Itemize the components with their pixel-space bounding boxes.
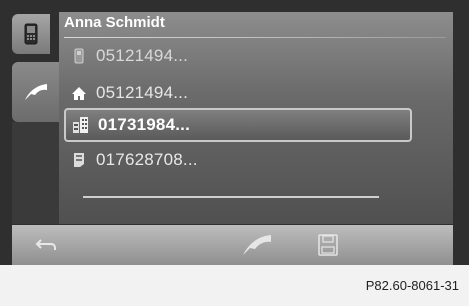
back-arrow-icon xyxy=(35,239,56,250)
header-divider xyxy=(64,37,446,38)
mobile-icon xyxy=(68,45,90,67)
list-divider xyxy=(83,196,379,198)
number-row-mobile[interactable]: 05121494... xyxy=(68,41,413,71)
bottom-toolbar xyxy=(12,225,453,265)
home-icon xyxy=(68,82,90,104)
tab-phone[interactable] xyxy=(12,14,50,54)
number-row-business[interactable]: 017628708... xyxy=(68,145,413,175)
tab-calls[interactable] xyxy=(12,62,59,122)
handset-icon xyxy=(243,235,271,255)
call-button[interactable] xyxy=(232,225,282,265)
number-row-office-selected[interactable]: 01731984... xyxy=(64,108,412,142)
mobile-phone-icon xyxy=(24,23,38,45)
phone-number: 05121494... xyxy=(96,83,189,102)
phone-number: 05121494... xyxy=(96,46,189,65)
number-row-home[interactable]: 05121494... xyxy=(68,78,413,108)
phone-number: 01731984... xyxy=(98,115,191,134)
contact-name: Anna Schmidt xyxy=(64,14,165,31)
sidebar xyxy=(0,0,59,225)
phone-number: 017628708... xyxy=(96,150,198,169)
back-button[interactable] xyxy=(26,225,66,265)
figure-caption: P82.60-8061-31 xyxy=(365,278,459,293)
handset-icon xyxy=(24,84,47,100)
sidebar-spacer xyxy=(12,122,59,224)
office-building-icon xyxy=(70,114,92,136)
business-phone-icon xyxy=(68,149,90,171)
save-disk-icon xyxy=(318,234,338,256)
save-button[interactable] xyxy=(308,225,348,265)
phone-display-screen: Anna Schmidt 05121494... 05121494... 017… xyxy=(0,0,469,306)
